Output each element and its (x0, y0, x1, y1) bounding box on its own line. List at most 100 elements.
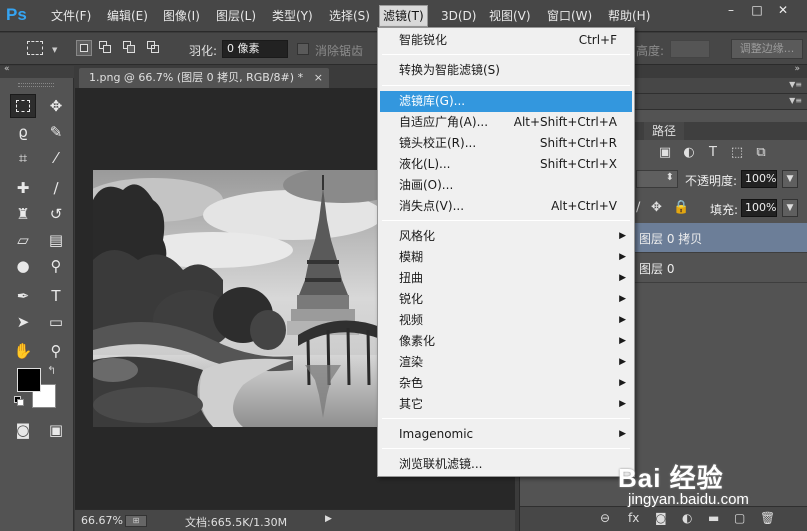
zoom-level[interactable]: 66.67% (81, 514, 123, 527)
history-brush-icon[interactable]: ↺ (43, 202, 69, 226)
menu-select[interactable]: 选择(S) (326, 7, 373, 25)
blur-tool-icon[interactable]: ● (10, 254, 36, 278)
lock-all-icon[interactable]: 🔒 (673, 200, 689, 215)
menu-item-adaptive-wide-angle[interactable]: 自适应广角(A)... Alt+Shift+Ctrl+A (380, 112, 632, 133)
submenu-arrow-icon: ▶ (619, 336, 626, 346)
menu-item-pixelate[interactable]: 像素化 ▶ (380, 331, 632, 352)
close-tab-icon[interactable]: × (314, 68, 323, 88)
menu-item-browse-online-filters[interactable]: 浏览联机滤镜... (380, 454, 632, 475)
opacity-dropdown-icon[interactable]: ▼ (782, 170, 798, 188)
panel-grip[interactable] (18, 83, 54, 87)
new-selection-icon[interactable] (76, 40, 92, 56)
minimize-button[interactable]: – (721, 3, 741, 19)
lock-position-icon[interactable]: ✥ (651, 200, 662, 215)
screen-mode-icon[interactable]: ▣ (43, 418, 69, 442)
add-selection-icon[interactable] (98, 40, 114, 56)
chevron-down-icon[interactable]: ▼ (52, 46, 57, 54)
menu-item-distort[interactable]: 扭曲 ▶ (380, 268, 632, 289)
image-filter-icon[interactable]: ▣ (656, 144, 674, 162)
swap-colors-icon[interactable]: ↰ (47, 364, 56, 377)
adjustment-icon[interactable]: ◐ (680, 144, 698, 162)
menu-item-vanishing-point[interactable]: 消失点(V)... Alt+Ctrl+V (380, 196, 632, 217)
menu-item-other[interactable]: 其它 ▶ (380, 394, 632, 415)
photoshop-logo: Ps (6, 5, 27, 24)
shape-filter-icon[interactable]: ⬚ (728, 144, 746, 162)
menu-filter[interactable]: 滤镜(T) (379, 5, 428, 27)
type-tool-icon[interactable]: T (43, 284, 69, 308)
pen-tool-icon[interactable]: ✒ (10, 284, 36, 308)
menu-file[interactable]: 文件(F) (48, 7, 94, 25)
menu-edit[interactable]: 编辑(E) (104, 7, 151, 25)
eraser-tool-icon[interactable]: ▱ (10, 228, 36, 252)
menu-item-sharpen[interactable]: 锐化 ▶ (380, 289, 632, 310)
menu-item-imagenomic[interactable]: Imagenomic ▶ (380, 424, 632, 445)
hand-tool-icon[interactable]: ✋ (10, 339, 36, 363)
lock-pixels-icon[interactable]: ∕ (636, 200, 640, 215)
lasso-tool-icon[interactable]: ϱ (10, 120, 36, 144)
menu-view[interactable]: 视图(V) (486, 7, 534, 25)
quick-select-icon[interactable]: ✎ (43, 120, 69, 144)
fill-dropdown-icon[interactable]: ▼ (782, 199, 798, 217)
blend-mode-select[interactable]: ⬍ (636, 170, 678, 188)
menu-item-liquify[interactable]: 液化(L)... Shift+Ctrl+X (380, 154, 632, 175)
type-filter-icon[interactable]: T (704, 144, 722, 162)
feather-input[interactable]: 0 像素 (222, 40, 288, 58)
menu-item-blur[interactable]: 模糊 ▶ (380, 247, 632, 268)
crop-tool-icon[interactable]: ⌗ (10, 146, 36, 170)
menu-item-convert-smart-filter[interactable]: 转换为智能滤镜(S) (380, 60, 632, 81)
antialias-checkbox[interactable] (297, 43, 309, 55)
rectangle-tool-icon[interactable]: ▭ (43, 310, 69, 334)
eyedropper-icon[interactable]: ⁄ (43, 146, 69, 170)
document-tab[interactable]: 1.png @ 66.7% (图层 0 拷贝, RGB/8#) * × (79, 68, 329, 88)
quick-mask-icon[interactable]: ◙ (10, 418, 36, 442)
menu-3d[interactable]: 3D(D) (438, 7, 479, 25)
zoom-tool-icon[interactable]: ⚲ (43, 339, 69, 363)
default-colors-icon[interactable] (14, 396, 24, 406)
brush-tool-icon[interactable]: ∕ (43, 176, 69, 200)
collapse-icon[interactable]: « (4, 64, 10, 74)
healing-brush-icon[interactable]: ✚ (10, 176, 36, 200)
link-layers-icon[interactable]: ⊖ (600, 511, 610, 525)
clone-stamp-icon[interactable]: ♜ (10, 202, 36, 226)
window-controls: – □ ✕ (721, 3, 801, 19)
tab-paths[interactable]: 路径 (644, 122, 684, 140)
close-button[interactable]: ✕ (773, 3, 793, 19)
height-input[interactable] (670, 40, 710, 58)
menu-window[interactable]: 窗口(W) (544, 7, 595, 25)
tools-panel-header: « (0, 64, 74, 78)
path-select-icon[interactable]: ➤ (10, 310, 36, 334)
expand-panels-icon[interactable]: » (794, 64, 800, 74)
gradient-tool-icon[interactable]: ▤ (43, 228, 69, 252)
status-options-icon[interactable]: ⊞ (125, 515, 147, 527)
menu-item-lens-correction[interactable]: 镜头校正(R)... Shift+Ctrl+R (380, 133, 632, 154)
menu-item-oil-paint[interactable]: 油画(O)... (380, 175, 632, 196)
intersect-selection-icon[interactable] (146, 40, 162, 56)
menu-item-video[interactable]: 视频 ▶ (380, 310, 632, 331)
panel-menu-icon[interactable]: ▼≡ (789, 96, 802, 105)
maximize-button[interactable]: □ (747, 3, 767, 19)
menu-item-stylize[interactable]: 风格化 ▶ (380, 226, 632, 247)
menu-layer[interactable]: 图层(L) (213, 7, 259, 25)
smart-object-icon[interactable]: ⧉ (752, 144, 770, 162)
panel-menu-icon[interactable]: ▼≡ (789, 80, 802, 89)
menu-item-filter-gallery[interactable]: 滤镜库(G)... (380, 91, 632, 112)
marquee-tool-icon[interactable] (10, 94, 36, 118)
foreground-color-swatch[interactable] (17, 368, 41, 392)
menu-item-render[interactable]: 渲染 ▶ (380, 352, 632, 373)
fill-input[interactable]: 100% (741, 199, 777, 217)
menu-item-smart-sharpen[interactable]: 智能锐化 Ctrl+F (380, 30, 632, 51)
menu-type[interactable]: 类型(Y) (269, 7, 316, 25)
subtract-selection-icon[interactable] (122, 40, 138, 56)
move-tool-icon[interactable]: ✥ (43, 94, 69, 118)
dodge-tool-icon[interactable]: ⚲ (43, 254, 69, 278)
layer-name: 图层 0 (639, 262, 675, 276)
menu-help[interactable]: 帮助(H) (605, 7, 653, 25)
rect-marquee-icon[interactable] (27, 41, 43, 55)
document-image[interactable] (93, 170, 383, 427)
status-menu-icon[interactable]: ▶ (325, 514, 332, 524)
layer-name: 图层 0 拷贝 (639, 232, 703, 246)
refine-edge-button[interactable]: 调整边缘... (731, 39, 803, 59)
opacity-input[interactable]: 100% (741, 170, 777, 188)
menu-item-noise[interactable]: 杂色 ▶ (380, 373, 632, 394)
menu-image[interactable]: 图像(I) (160, 7, 203, 25)
